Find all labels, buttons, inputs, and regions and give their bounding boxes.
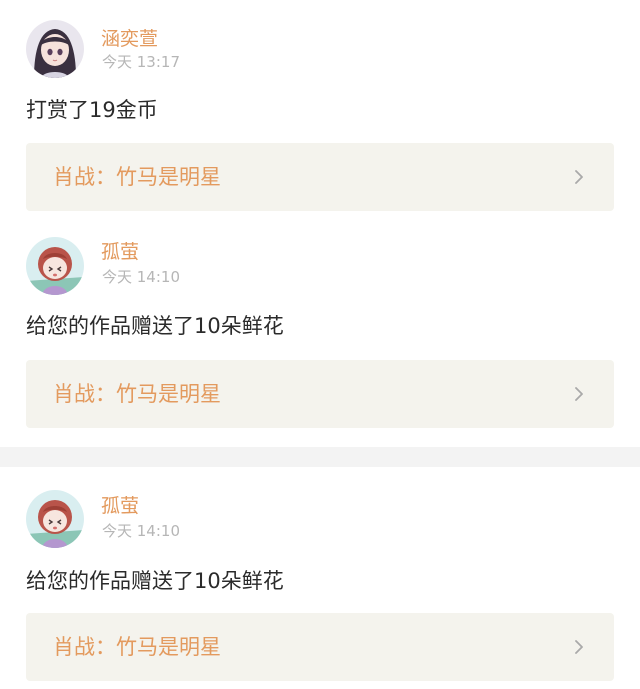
girl-avatar-icon xyxy=(26,20,84,78)
work-link-card[interactable]: 肖战：竹马是明星 xyxy=(26,143,614,211)
username[interactable]: 涵奕萱 xyxy=(101,28,158,50)
section-divider xyxy=(0,447,640,467)
activity-message: 打赏了19金币 xyxy=(26,98,158,122)
timestamp: 今天 14:10 xyxy=(102,522,180,540)
feed-item: 涵奕萱 今天 13:17 打赏了19金币 肖战：竹马是明星 xyxy=(0,0,640,225)
timestamp: 今天 13:17 xyxy=(102,53,180,71)
activity-message: 给您的作品赠送了10朵鲜花 xyxy=(26,569,284,593)
work-title: 肖战：竹马是明星 xyxy=(53,635,221,659)
user-avatar[interactable] xyxy=(26,490,84,548)
work-title: 肖战：竹马是明星 xyxy=(53,165,221,189)
work-link-card[interactable]: 肖战：竹马是明星 xyxy=(26,360,614,428)
chevron-right-icon xyxy=(572,170,586,184)
user-avatar[interactable] xyxy=(26,237,84,295)
work-link-card[interactable]: 肖战：竹马是明星 xyxy=(26,613,614,681)
feed-item: 孤萤 今天 14:10 给您的作品赠送了10朵鲜花 肖战：竹马是明星 xyxy=(0,225,640,447)
anime-avatar-icon xyxy=(26,490,84,548)
work-title: 肖战：竹马是明星 xyxy=(53,382,221,406)
username[interactable]: 孤萤 xyxy=(101,495,139,517)
chevron-right-icon xyxy=(572,387,586,401)
user-avatar[interactable] xyxy=(26,20,84,78)
anime-avatar-icon xyxy=(26,237,84,295)
feed-item: 孤萤 今天 14:10 给您的作品赠送了10朵鲜花 肖战：竹马是明星 xyxy=(0,467,640,689)
activity-message: 给您的作品赠送了10朵鲜花 xyxy=(26,314,284,338)
chevron-right-icon xyxy=(572,640,586,654)
timestamp: 今天 14:10 xyxy=(102,268,180,286)
username[interactable]: 孤萤 xyxy=(101,241,139,263)
